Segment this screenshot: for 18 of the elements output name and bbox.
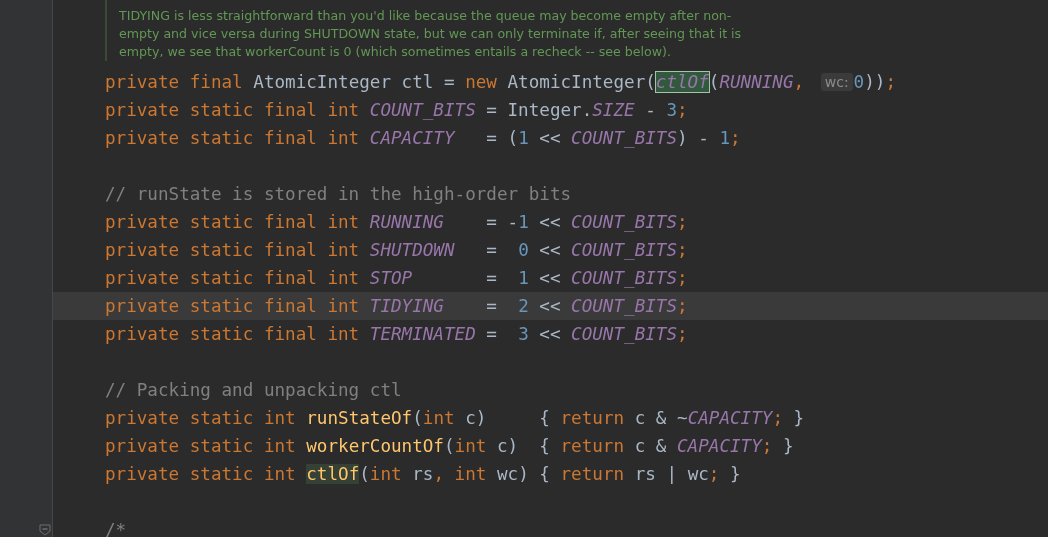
code-line: private static final int RUNNING = -1 << COUNT_BITS; xyxy=(105,212,688,232)
parameter-hint: wc: xyxy=(820,73,853,91)
code-line: private final AtomicInteger ctl = new AtomicInteger(ctlOf(RUNNING, xyxy=(105,72,806,92)
code-line: private static final int SHUTDOWN = 0 << COUNT_BITS; xyxy=(105,240,688,260)
code-line: private static final int TIDYING = 2 << COUNT_BITS; xyxy=(105,296,688,316)
code-line: private static final int TERMINATED = 3 << COUNT_BITS; xyxy=(105,324,688,344)
code-line: private static int workerCountOf(int c) { return c & CAPACITY; } xyxy=(105,436,794,456)
code-line: private static final int CAPACITY = (1 << COUNT_BITS) - 1; xyxy=(105,128,741,148)
code-comment: // runState is stored in the high-order bits xyxy=(105,184,572,204)
code-line: private static final int STOP = 1 << COUNT_BITS; xyxy=(105,268,688,288)
code-line: 0)); xyxy=(853,72,896,92)
code-line: private static int runStateOf(int c) { return c & ~CAPACITY; } xyxy=(105,408,805,428)
fold-icon[interactable] xyxy=(39,524,51,536)
doc-comment: TIDYING is less straightforward than you'd like because the queue may become empty after non- empty and vice versa during SHUTDOWN state, but we can only terminate if, after seeing that it is empty, we see that workerCount is 0 (which sometimes entails a recheck -- see below). xyxy=(105,0,742,61)
code-comment: // Packing and unpacking ctl xyxy=(105,380,402,400)
code-line: private static int ctlOf(int rs, int wc) { return rs | wc; } xyxy=(105,464,741,484)
code-comment: /* xyxy=(105,520,127,537)
code-line: private static final int COUNT_BITS = Integer.SIZE - 3; xyxy=(105,100,688,120)
